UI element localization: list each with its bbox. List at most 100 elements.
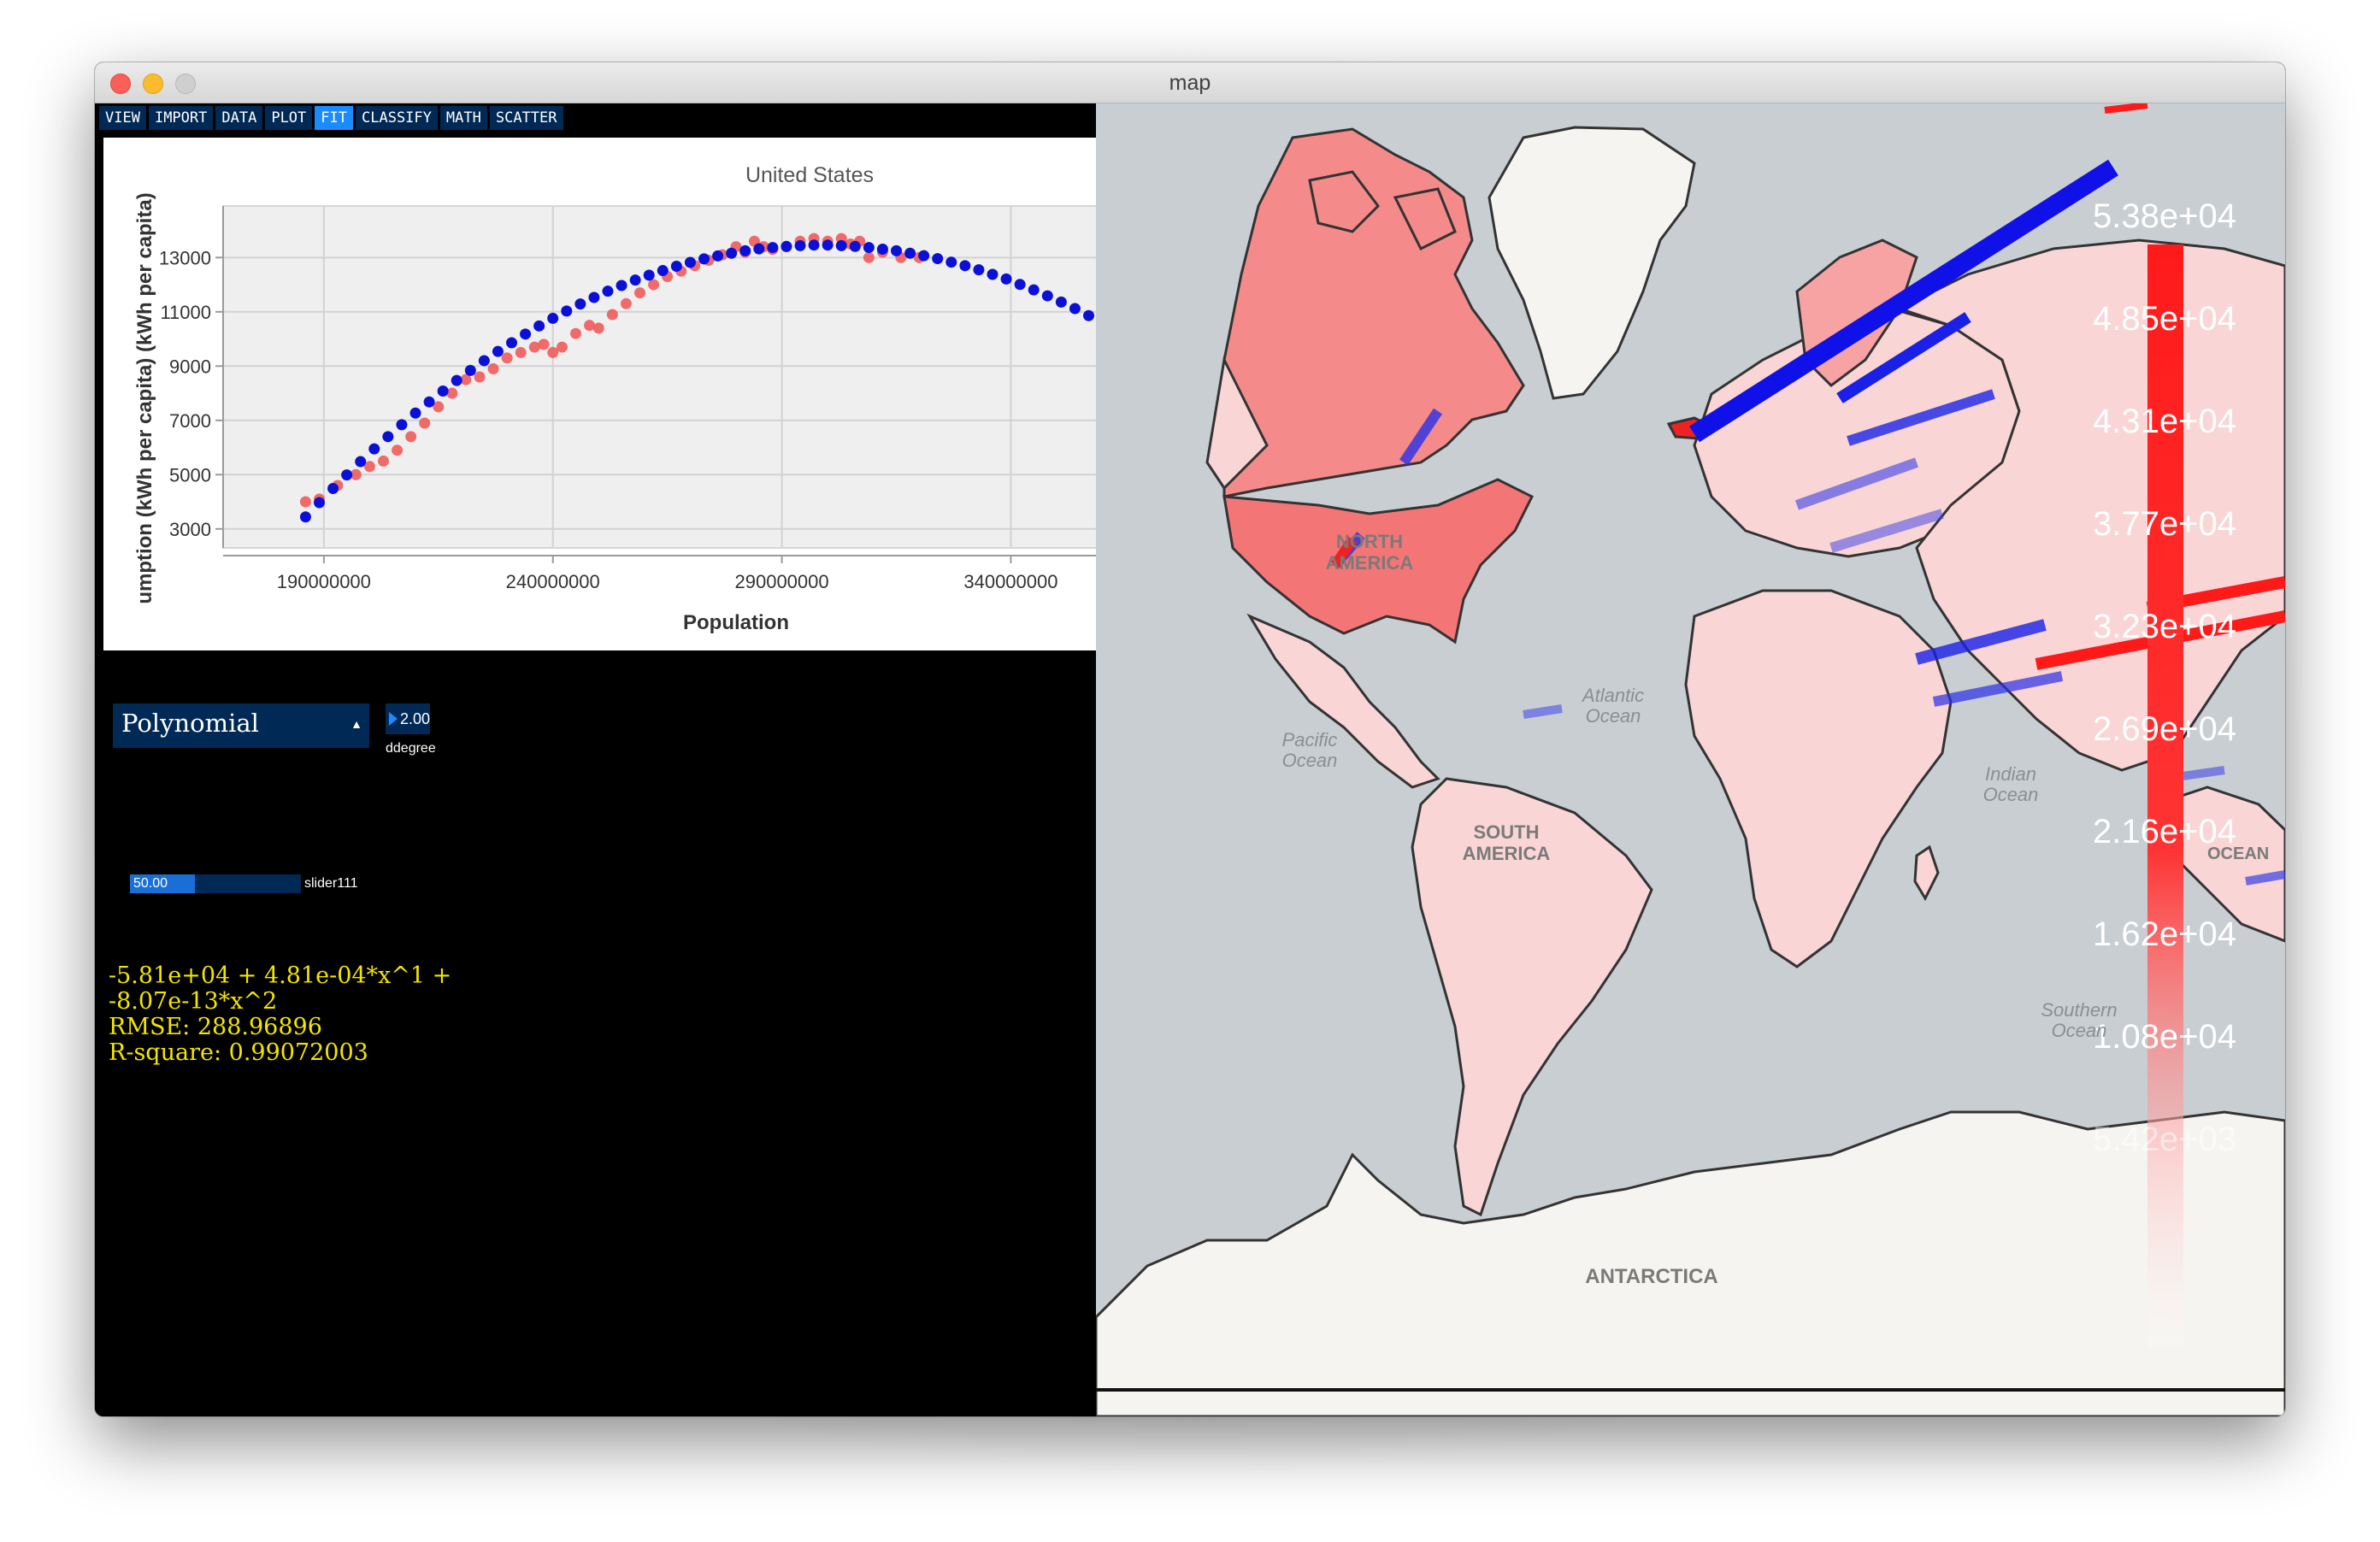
fit-chart-panel: 1900000002400000002900000003400000003900… (103, 138, 1258, 650)
data-point-fitted (396, 419, 408, 431)
data-point-fitted (835, 239, 847, 251)
menu-view[interactable]: VIEW (99, 106, 146, 130)
data-point-fitted (409, 407, 421, 419)
data-point-observed (606, 309, 618, 321)
data-point-fitted (561, 305, 573, 317)
legend-label-8: 1.08e+04 (2093, 1018, 2236, 1056)
legend-label-0: 5.38e+04 (2093, 197, 2236, 235)
data-point-fitted (918, 250, 930, 262)
data-point-fitted (299, 511, 311, 523)
data-point-fitted (849, 240, 861, 252)
data-point-fitted (767, 242, 779, 254)
model-select[interactable]: Polynomial ▲ (113, 703, 369, 748)
y-axis-label: umption (kWh per capita) (kWh per capita… (133, 192, 156, 603)
app-window: map VIEW IMPORT DATA PLOT FIT CLASSIFY M… (95, 62, 2285, 1416)
legend-label-5: 2.69e+04 (2093, 710, 2236, 748)
bar-blue-caribbean (1523, 704, 1563, 719)
degree-stepper[interactable]: 2.00 (386, 703, 430, 734)
data-point-fitted (959, 260, 971, 272)
menu-plot[interactable]: PLOT (265, 106, 313, 130)
label-southern-1: Southern (2041, 999, 2117, 1021)
label-atlantic-1: Atlantic (1581, 685, 1644, 706)
menu-data[interactable]: DATA (215, 106, 263, 130)
y-tick-label: 11000 (160, 302, 211, 323)
menu-math[interactable]: MATH (439, 106, 487, 130)
legend-label-4: 3.23e+04 (2093, 608, 2236, 645)
degree-value: 2.00 (400, 710, 431, 727)
label-indian-2: Ocean (1983, 784, 2039, 805)
label-south-america-2: AMERICA (1463, 843, 1551, 864)
data-point-fitted (629, 274, 641, 286)
label-south-america-1: SOUTH (1474, 821, 1540, 843)
data-point-fitted (670, 260, 682, 272)
data-point-observed (538, 338, 550, 350)
model-select-value: Polynomial (121, 709, 259, 738)
equation-line-2: -8.07e-13*x^2 (109, 988, 278, 1015)
map-canvas[interactable]: 5.38e+04 4.85e+04 4.31e+04 3.77e+04 3.23… (1096, 103, 2285, 1416)
data-point-observed (515, 346, 527, 358)
slider-label: slider111 (304, 876, 358, 891)
menu-scatter[interactable]: SCATTER (489, 106, 563, 130)
data-point-observed (648, 279, 660, 291)
data-point-observed (474, 371, 486, 383)
data-point-fitted (876, 243, 888, 255)
play-icon (389, 712, 398, 726)
rmse-text: RMSE: 288.96896 (109, 1014, 322, 1040)
slider111[interactable]: 50.00 (130, 874, 301, 893)
data-point-fitted (451, 374, 462, 386)
data-point-fitted (437, 386, 449, 397)
data-point-observed (570, 327, 581, 339)
y-tick-label: 3000 (169, 519, 211, 540)
data-point-observed (419, 417, 431, 429)
menu-fit[interactable]: FIT (315, 106, 353, 130)
data-point-observed (620, 297, 632, 309)
data-point-fitted (1041, 290, 1053, 302)
fit-chart: 1900000002400000002900000003400000003900… (103, 138, 1258, 650)
world-map[interactable]: 5.38e+04 4.85e+04 4.31e+04 3.77e+04 3.23… (1096, 103, 2285, 1416)
data-point-fitted (423, 396, 435, 408)
data-point-fitted (1000, 273, 1012, 285)
data-point-fitted (822, 239, 834, 251)
legend-label-1: 4.85e+04 (2093, 300, 2236, 338)
data-point-observed (405, 431, 417, 443)
label-north-america-2: AMERICA (1326, 552, 1414, 574)
y-tick-label: 7000 (169, 410, 211, 432)
data-point-fitted (973, 264, 985, 276)
data-point-fitted (808, 239, 820, 251)
data-point-fitted (698, 253, 710, 265)
x-tick-label: 190000000 (277, 571, 371, 592)
data-point-observed (378, 455, 389, 467)
menu-classify[interactable]: CLASSIFY (356, 106, 438, 130)
menu-import[interactable]: IMPORT (148, 106, 214, 130)
data-point-observed (556, 341, 568, 353)
data-point-observed (634, 287, 645, 299)
data-point-fitted (987, 268, 999, 280)
data-point-fitted (341, 469, 353, 481)
rsquare-text: R-square: 0.99072003 (109, 1039, 368, 1066)
x-tick-label: 340000000 (963, 571, 1057, 592)
data-point-fitted (478, 355, 490, 367)
chart-title: United States (745, 163, 874, 187)
label-atlantic-2: Ocean (1586, 705, 1641, 727)
data-point-fitted (904, 247, 916, 259)
legend-label-2: 4.31e+04 (2093, 403, 2236, 440)
data-point-fitted (781, 240, 792, 252)
data-point-fitted (1014, 279, 1026, 291)
data-point-fitted (602, 285, 614, 297)
data-point-fitted (520, 328, 532, 340)
x-tick-label: 240000000 (506, 571, 600, 592)
data-point-fitted (1055, 296, 1067, 308)
fit-results: -5.81e+04 + 4.81e-04*x^1 + -8.07e-13*x^2… (109, 963, 451, 1066)
data-point-fitted (314, 497, 325, 509)
data-point-fitted (506, 337, 517, 349)
x-axis-label: Population (683, 611, 789, 634)
data-point-fitted (382, 431, 394, 443)
data-point-observed (487, 362, 499, 374)
label-antarctica: ANTARCTICA (1585, 1265, 1718, 1288)
data-point-fitted (712, 250, 724, 262)
y-tick-label: 9000 (169, 356, 211, 377)
data-point-observed (299, 496, 311, 508)
data-point-fitted (547, 312, 559, 324)
data-point-fitted (588, 291, 600, 303)
data-point-fitted (946, 256, 957, 268)
